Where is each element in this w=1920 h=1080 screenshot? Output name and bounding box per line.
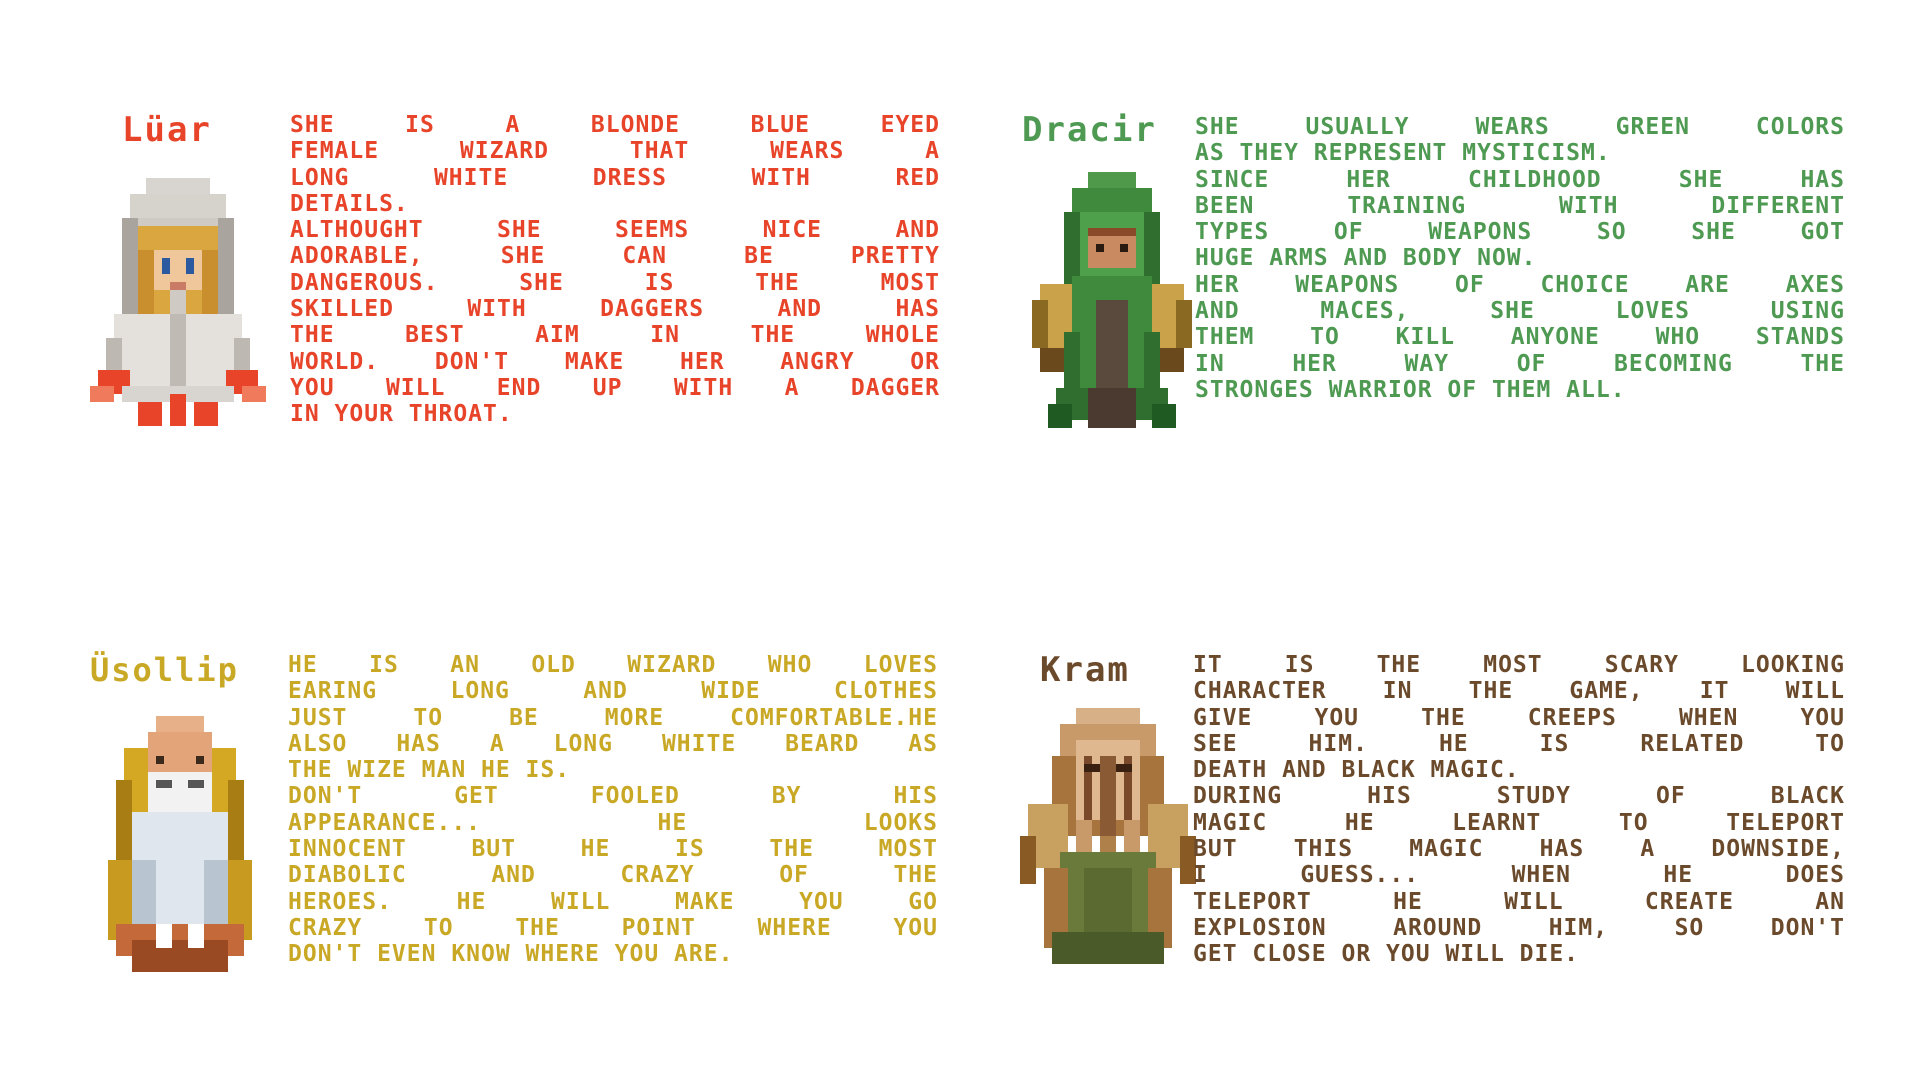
description-line: CRAZY TO THE POINT WHERE YOU (288, 914, 938, 941)
description-line: AND MACES, SHE LOVES USING (1195, 298, 1845, 325)
description-line: SHE IS A BLONDE BLUE EYED (290, 112, 940, 138)
usollip-portrait-icon (92, 716, 268, 972)
description-line: LONG WHITE DRESS WITH RED (290, 164, 940, 191)
description-line: DEATH AND BLACK MAGIC. (1193, 757, 1520, 784)
description-line: DETAILS. (290, 190, 409, 217)
character-description-kram: IT IS THE MOST SCARY LOOKING CHARACTER I… (1193, 652, 1845, 968)
description-line: JUST TO BE MORE COMFORTABLE.HE (288, 704, 938, 731)
description-line: DURING HIS STUDY OF BLACK (1193, 783, 1845, 810)
description-line: SHE USUALLY WEARS GREEN COLORS (1195, 114, 1845, 140)
character-name-kram: Kram (1040, 650, 1130, 690)
description-line: GIVE YOU THE CREEPS WHEN YOU (1193, 704, 1845, 731)
description-line: ALTHOUGHT SHE SEEMS NICE AND (290, 217, 940, 244)
kram-portrait-icon (1020, 708, 1196, 964)
description-line: ADORABLE, SHE CAN BE PRETTY (290, 243, 940, 270)
description-line: BEEN TRAINING WITH DIFFERENT (1195, 192, 1845, 219)
description-line: THE WIZE MAN HE IS. (288, 757, 571, 784)
description-line: AS THEY REPRESENT MYSTICISM. (1195, 140, 1611, 167)
description-line: HEROES. HE WILL MAKE YOU GO (288, 888, 938, 915)
description-line: SKILLED WITH DAGGERS AND HAS (290, 296, 940, 323)
description-line: EXPLOSION AROUND HIM, SO DON'T (1193, 914, 1845, 941)
luar-portrait-icon (90, 176, 266, 428)
character-name-dracir: Dracir (1022, 110, 1157, 150)
description-line: I GUESS... WHEN HE DOES (1193, 862, 1845, 889)
description-line: DON'T EVEN KNOW WHERE YOU ARE. (288, 941, 734, 968)
description-line: THE BEST AIM IN THE WHOLE (290, 322, 940, 349)
description-line: HER WEAPONS OF CHOICE ARE AXES (1195, 271, 1845, 298)
description-line: SEE HIM. HE IS RELATED TO (1193, 730, 1845, 757)
description-line: CHARACTER IN THE GAME, IT WILL (1193, 678, 1845, 705)
description-line: DANGEROUS. SHE IS THE MOST (290, 269, 940, 296)
description-line: WORLD. DON'T MAKE HER ANGRY OR (290, 348, 940, 375)
description-line: IT IS THE MOST SCARY LOOKING (1193, 652, 1845, 678)
character-name-usollip: Üsollip (90, 651, 239, 689)
description-line: INNOCENT BUT HE IS THE MOST (288, 836, 938, 863)
description-line: TELEPORT HE WILL CREATE AN (1193, 888, 1845, 915)
description-line: DIABOLIC AND CRAZY OF THE (288, 862, 938, 889)
character-description-dracir: SHE USUALLY WEARS GREEN COLORS AS THEY R… (1195, 114, 1845, 403)
description-line: THEM TO KILL ANYONE WHO STANDS (1195, 324, 1845, 351)
description-line: IN HER WAY OF BECOMING THE (1195, 350, 1845, 377)
description-line: EARING LONG AND WIDE CLOTHES (288, 678, 938, 705)
description-line: IN YOUR THROAT. (290, 401, 513, 428)
description-line: YOU WILL END UP WITH A DAGGER (290, 374, 940, 401)
description-line: DON'T GET FOOLED BY HIS (288, 783, 938, 810)
description-line: HUGE ARMS AND BODY NOW. (1195, 245, 1537, 272)
character-description-luar: SHE IS A BLONDE BLUE EYED FEMALE WIZARD … (290, 112, 940, 428)
description-line: TYPES OF WEAPONS SO SHE GOT (1195, 219, 1845, 246)
description-line: MAGIC HE LEARNT TO TELEPORT (1193, 809, 1845, 836)
description-line: BUT THIS MAGIC HAS A DOWNSIDE, (1193, 836, 1845, 863)
description-line: SINCE HER CHILDHOOD SHE HAS (1195, 166, 1845, 193)
character-description-usollip: HE IS AN OLD WIZARD WHO LOVES EARING LON… (288, 652, 938, 968)
description-line: HE IS AN OLD WIZARD WHO LOVES (288, 652, 938, 678)
description-line: FEMALE WIZARD THAT WEARS A (290, 138, 940, 165)
description-line: GET CLOSE OR YOU WILL DIE. (1193, 941, 1580, 968)
dracir-portrait-icon (1032, 172, 1192, 428)
description-line: STRONGES WARRIOR OF THEM ALL. (1195, 376, 1626, 403)
description-line: ALSO HAS A LONG WHITE BEARD AS (288, 730, 938, 757)
character-name-luar: Lüar (122, 110, 212, 150)
description-line: APPEARANCE... HE LOOKS (288, 809, 938, 836)
